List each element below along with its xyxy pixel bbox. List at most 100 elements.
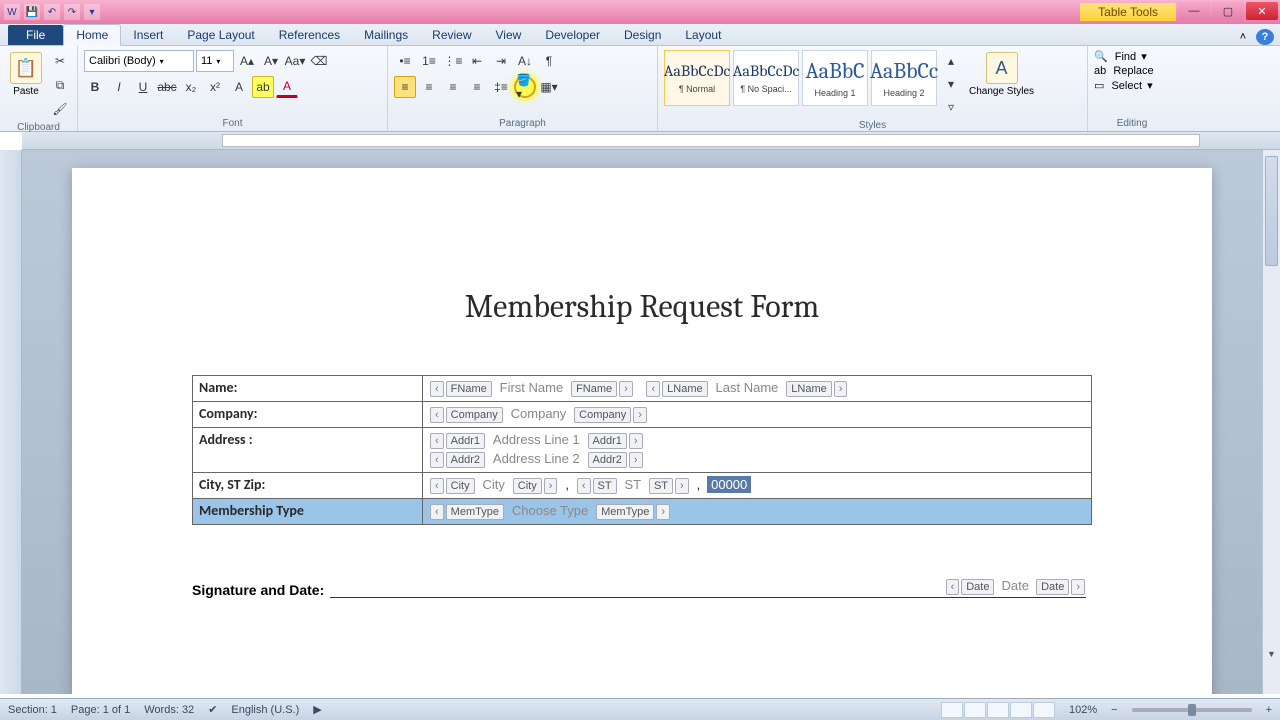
view-web-layout[interactable] [987,702,1009,718]
undo-icon[interactable]: ↶ [44,4,60,20]
tab-references[interactable]: References [267,25,352,45]
label-membership-type[interactable]: Membership Type [193,499,423,525]
bullets-button[interactable]: •≡ [394,50,416,72]
increase-indent-button[interactable]: ⇥ [490,50,512,72]
placeholder-date[interactable]: Date [999,578,1032,593]
placeholder-first-name[interactable]: First Name [497,380,567,395]
strikethrough-button[interactable]: abc [156,76,178,98]
placeholder-last-name[interactable]: Last Name [713,380,782,395]
field-address[interactable]: ‹Addr1 Address Line 1 Addr1› ‹Addr2 Addr… [423,428,1092,473]
highlight-button[interactable]: ab [252,76,274,98]
font-color-button[interactable]: A [276,76,298,98]
close-button[interactable]: ✕ [1246,2,1278,20]
format-painter-button[interactable]: 🖌 [49,98,71,120]
style-normal[interactable]: AaBbCcDc¶ Normal [664,50,730,106]
styles-scroll-up[interactable]: ▴ [940,50,962,72]
sort-button[interactable]: A↓ [514,50,536,72]
document-heading[interactable]: Membership Request Form [192,288,1092,325]
tab-mailings[interactable]: Mailings [352,25,420,45]
underline-button[interactable]: U [132,76,154,98]
vertical-scrollbar[interactable]: ▲ ▼ [1262,150,1280,694]
find-button[interactable]: 🔍 Find ▾ [1094,50,1147,63]
zoom-out-button[interactable]: − [1111,704,1117,716]
tab-insert[interactable]: Insert [121,25,175,45]
bold-button[interactable]: B [84,76,106,98]
change-styles-button[interactable]: A Change Styles [965,50,1038,118]
label-city-st-zip[interactable]: City, ST Zip: [193,473,423,499]
signature-line[interactable]: ‹Date Date Date› [330,580,1086,598]
numbering-button[interactable]: 1≡ [418,50,440,72]
redo-icon[interactable]: ↷ [64,4,80,20]
view-outline[interactable] [1010,702,1032,718]
shading-button[interactable]: 🪣▾ [514,76,536,98]
font-name-combo[interactable]: Calibri (Body)▾ [84,50,194,72]
view-full-screen[interactable] [964,702,986,718]
shrink-font-button[interactable]: A▾ [260,50,282,72]
tab-view[interactable]: View [484,25,534,45]
placeholder-addr2[interactable]: Address Line 2 [490,451,583,466]
align-center-button[interactable]: ≡ [418,76,440,98]
zoom-slider[interactable] [1132,708,1252,712]
qat-more-icon[interactable]: ▾ [84,4,100,20]
font-size-combo[interactable]: 11▾ [196,50,234,72]
cut-button[interactable]: ✂ [49,50,71,72]
status-words[interactable]: Words: 32 [144,704,194,716]
status-section[interactable]: Section: 1 [8,704,57,716]
paste-button[interactable]: 📋 Paste [6,50,46,99]
label-address[interactable]: Address : [193,428,423,473]
replace-button[interactable]: ab Replace [1094,65,1154,77]
minimize-ribbon-icon[interactable]: ˄ [1234,29,1252,45]
italic-button[interactable]: I [108,76,130,98]
decrease-indent-button[interactable]: ⇤ [466,50,488,72]
zip-value[interactable]: 00000 [707,476,751,493]
status-macro-icon[interactable]: ▶ [313,703,321,716]
select-button[interactable]: ▭ Select ▾ [1094,79,1153,92]
tab-review[interactable]: Review [420,25,483,45]
form-table[interactable]: Name: ‹FName First Name FName› ‹LName La… [192,375,1092,525]
field-city-st-zip[interactable]: ‹City City City› , ‹ST ST ST› , 00000 [423,473,1092,499]
placeholder-company[interactable]: Company [508,406,570,421]
multilevel-list-button[interactable]: ⋮≡ [442,50,464,72]
tab-file[interactable]: File [8,25,63,45]
help-icon[interactable]: ? [1256,29,1274,45]
style-no-spacing[interactable]: AaBbCcDc¶ No Spaci... [733,50,799,106]
zoom-in-button[interactable]: + [1266,704,1272,716]
label-company[interactable]: Company: [193,402,423,428]
styles-scroll-down[interactable]: ▾ [940,73,962,95]
save-icon[interactable]: 💾 [24,4,40,20]
styles-more[interactable]: ▿ [940,96,962,118]
signature-row[interactable]: Signature and Date: ‹Date Date Date› [192,580,1092,598]
tab-layout[interactable]: Layout [673,25,733,45]
zoom-level[interactable]: 102% [1069,704,1097,716]
label-name[interactable]: Name: [193,376,423,402]
scroll-thumb[interactable] [1265,156,1278,266]
justify-button[interactable]: ≡ [466,76,488,98]
field-company[interactable]: ‹Company Company Company› [423,402,1092,428]
style-heading-1[interactable]: AaBbCHeading 1 [802,50,868,106]
tab-home[interactable]: Home [63,24,121,46]
clear-formatting-button[interactable]: ⌫ [308,50,330,72]
vertical-ruler[interactable] [0,150,22,694]
document-area[interactable]: Membership Request Form Name: ‹FName Fir… [22,150,1262,694]
superscript-button[interactable]: x² [204,76,226,98]
tab-page-layout[interactable]: Page Layout [175,25,266,45]
align-left-button[interactable]: ≡ [394,76,416,98]
placeholder-addr1[interactable]: Address Line 1 [490,432,583,447]
view-print-layout[interactable] [941,702,963,718]
subscript-button[interactable]: x₂ [180,76,202,98]
horizontal-ruler[interactable] [22,132,1280,150]
grow-font-button[interactable]: A▴ [236,50,258,72]
line-spacing-button[interactable]: ‡≡ [490,76,512,98]
status-page[interactable]: Page: 1 of 1 [71,704,130,716]
scroll-down-icon[interactable]: ▼ [1263,646,1280,662]
placeholder-city[interactable]: City [480,477,508,492]
style-heading-2[interactable]: AaBbCcHeading 2 [871,50,937,106]
tab-design[interactable]: Design [612,25,673,45]
status-language[interactable]: English (U.S.) [231,704,299,716]
show-marks-button[interactable]: ¶ [538,50,560,72]
change-case-button[interactable]: Aa▾ [284,50,306,72]
status-proofing-icon[interactable]: ✔ [208,703,217,716]
text-effects-button[interactable]: A [228,76,250,98]
copy-button[interactable]: ⧉ [49,74,71,96]
borders-button[interactable]: ▦▾ [538,76,560,98]
